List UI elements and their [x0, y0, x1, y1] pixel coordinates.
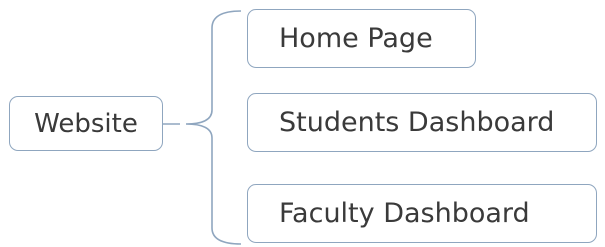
root-node-label: Website	[34, 108, 138, 139]
child-node-students-dashboard: Students Dashboard	[247, 93, 597, 152]
child-node-label: Home Page	[279, 23, 433, 54]
child-node-label: Students Dashboard	[279, 107, 555, 138]
curly-brace	[185, 10, 242, 245]
child-node-label: Faculty Dashboard	[279, 198, 530, 229]
child-node-home-page: Home Page	[247, 9, 476, 68]
root-node-website: Website	[9, 96, 163, 151]
child-node-faculty-dashboard: Faculty Dashboard	[247, 184, 597, 243]
